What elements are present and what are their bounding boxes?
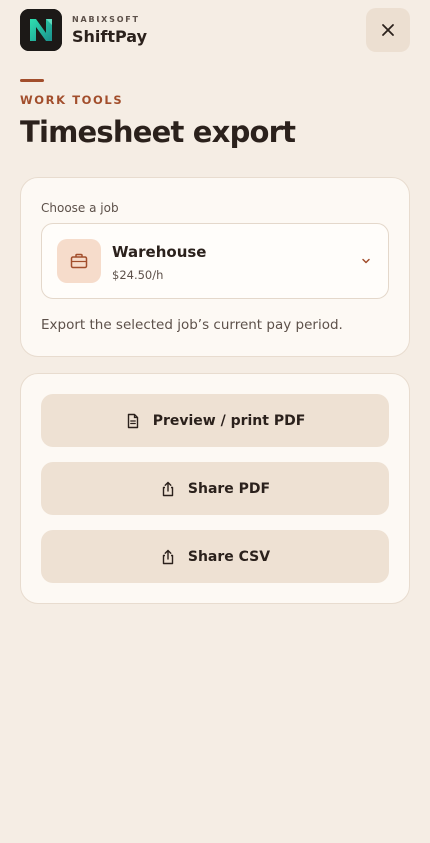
app-header: NABIXSOFT ShiftPay [20, 8, 410, 52]
share-pdf-label: Share PDF [187, 480, 271, 497]
page-title: Timesheet export [20, 115, 296, 149]
section-eyebrow: WORK TOOLS [20, 93, 124, 107]
chevron-down-icon [362, 258, 370, 264]
share-csv-button[interactable]: Share CSV [41, 530, 389, 583]
app-logo [20, 9, 62, 51]
share-icon [162, 549, 174, 564]
job-select-dropdown[interactable]: Warehouse $24.50/h [41, 223, 389, 299]
export-actions-card: Preview / print PDF Share PDF Share CSV [20, 373, 410, 604]
job-picker-label: Choose a job [41, 201, 119, 215]
job-icon-container [57, 239, 101, 283]
briefcase-icon [70, 253, 88, 269]
selected-job-name: Warehouse [112, 243, 207, 261]
share-icon [162, 481, 174, 496]
document-icon [127, 413, 138, 428]
close-icon [382, 24, 394, 36]
preview-print-pdf-button[interactable]: Preview / print PDF [41, 394, 389, 447]
share-pdf-button[interactable]: Share PDF [41, 462, 389, 515]
company-name: NABIXSOFT [72, 15, 140, 24]
eyebrow-accent-bar [20, 79, 44, 82]
job-picker-help-text: Export the selected job’s current pay pe… [41, 317, 343, 333]
job-picker-card: Choose a job Warehouse $24.50/h Export t… [20, 177, 410, 357]
preview-print-pdf-label: Preview / print PDF [152, 412, 306, 429]
share-csv-label: Share CSV [187, 548, 271, 565]
close-button[interactable] [366, 8, 410, 52]
selected-job-rate: $24.50/h [112, 268, 164, 282]
app-name: ShiftPay [72, 27, 148, 46]
